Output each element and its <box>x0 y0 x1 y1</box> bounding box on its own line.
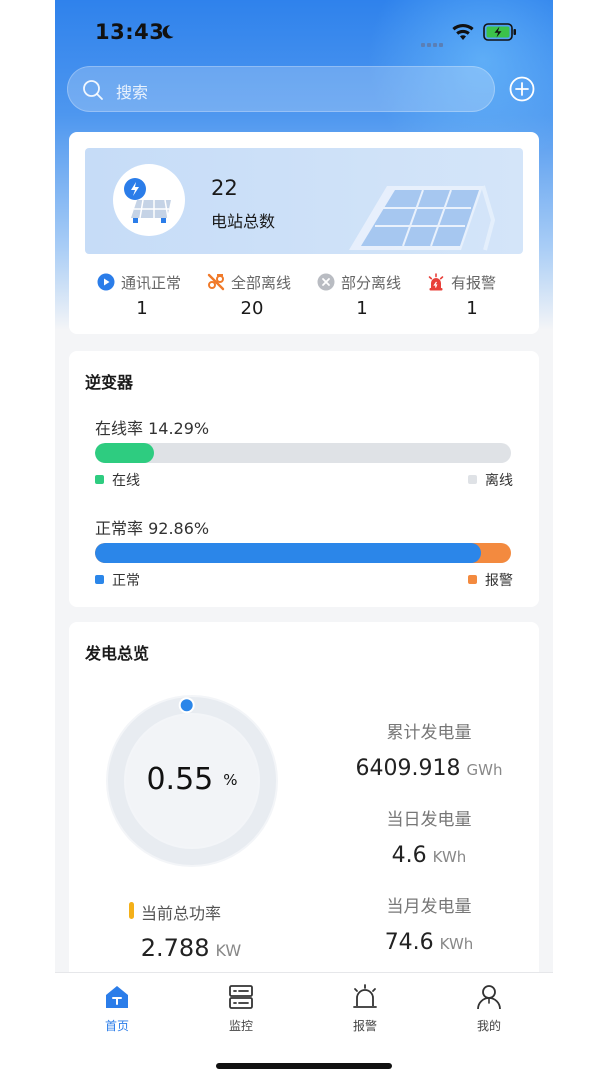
monthly-generation-label: 当月发电量 <box>386 897 472 917</box>
cellular-signal-icon <box>421 32 445 47</box>
legend-normal: 正常 <box>95 570 140 590</box>
station-count-label: 电站总数 <box>211 212 276 231</box>
tab-monitor[interactable]: 监控 <box>201 983 281 1033</box>
home-icon <box>106 986 128 1008</box>
bottom-tab-bar: 首页 监控 报警 我的 <box>55 972 553 1080</box>
total-generation-label: 累计发电量 <box>386 723 472 743</box>
tab-alarm[interactable]: 报警 <box>325 983 405 1033</box>
user-icon <box>477 985 501 1010</box>
gauge-value: 0.55% <box>146 762 238 797</box>
generation-overview-card: 发电总览 0.55% 当前总功率 2.788 KW 累计发电量 6409.918 G… <box>69 622 539 972</box>
status-bar: 13:43 <box>55 14 553 54</box>
daily-generation-value: 4.6 KWh <box>391 843 467 868</box>
home-indicator <box>216 1063 392 1069</box>
app-screen: 13:43 搜索 22 电站总数 通讯正常 1 全部离线 20 部分离线 1 有… <box>55 0 553 1080</box>
battery-charging-icon <box>483 23 516 41</box>
gauge-indicator-dot <box>178 697 195 714</box>
normal-rate-bar <box>95 543 511 563</box>
tab-mine[interactable]: 我的 <box>449 983 529 1033</box>
generation-title: 发电总览 <box>85 644 150 663</box>
monthly-generation-value: 74.6 KWh <box>384 930 474 955</box>
offline-icon <box>207 273 225 291</box>
total-generation-value: 6409.918 GWh <box>355 756 503 781</box>
moon-icon <box>162 25 174 39</box>
legend-alarm: 报警 <box>468 570 513 590</box>
stat-partial-offline[interactable]: 部分离线 1 <box>317 270 427 322</box>
solar-panel-illustration <box>349 185 496 251</box>
search-icon <box>83 80 103 100</box>
stat-has-alarm[interactable]: 有报警 1 <box>427 270 537 322</box>
status-time: 13:43 <box>95 20 165 44</box>
wifi-icon <box>452 23 474 40</box>
online-rate-bar <box>95 443 511 463</box>
stat-value: 20 <box>240 298 264 319</box>
legend-offline: 离线 <box>468 470 513 490</box>
add-circle-icon[interactable] <box>509 76 535 102</box>
server-icon <box>229 985 253 1009</box>
tab-home[interactable]: 首页 <box>77 983 157 1033</box>
inverter-card: 逆变器 在线率 14.29% 在线 离线 正常率 92.86% 正常 报警 <box>69 351 539 607</box>
search-bar[interactable]: 搜索 <box>67 66 495 112</box>
legend-online: 在线 <box>95 470 140 490</box>
solar-panel-icon <box>124 178 171 223</box>
alarm-bell-icon <box>353 984 377 1008</box>
solar-panel-avatar <box>113 164 185 236</box>
normal-rate-fill <box>95 543 482 563</box>
accent-bar <box>129 902 134 919</box>
inverter-title: 逆变器 <box>85 373 134 392</box>
station-stats: 通讯正常 1 全部离线 20 部分离线 1 有报警 1 <box>85 270 523 322</box>
online-rate-fill <box>95 443 155 463</box>
stat-comm-normal[interactable]: 通讯正常 1 <box>97 270 207 322</box>
current-power-label: 当前总功率 <box>129 900 221 924</box>
station-banner[interactable]: 22 电站总数 <box>85 148 523 254</box>
play-circle-icon <box>97 273 115 291</box>
current-power-value: 2.788 KW <box>140 934 242 962</box>
stat-value: 1 <box>136 298 148 319</box>
daily-generation-label: 当日发电量 <box>386 810 472 830</box>
x-circle-icon <box>317 273 335 291</box>
station-count: 22 <box>211 176 238 200</box>
alarm-light-icon <box>428 273 444 291</box>
station-summary-card[interactable]: 22 电站总数 通讯正常 1 全部离线 20 部分离线 1 有报警 1 <box>69 132 539 334</box>
online-rate-label: 在线率 14.29% <box>95 419 210 438</box>
normal-rate-label: 正常率 92.86% <box>95 519 210 538</box>
stat-value: 1 <box>466 298 478 319</box>
stat-all-offline[interactable]: 全部离线 20 <box>207 270 317 322</box>
search-input[interactable]: 搜索 <box>116 79 148 103</box>
stat-value: 1 <box>356 298 368 319</box>
